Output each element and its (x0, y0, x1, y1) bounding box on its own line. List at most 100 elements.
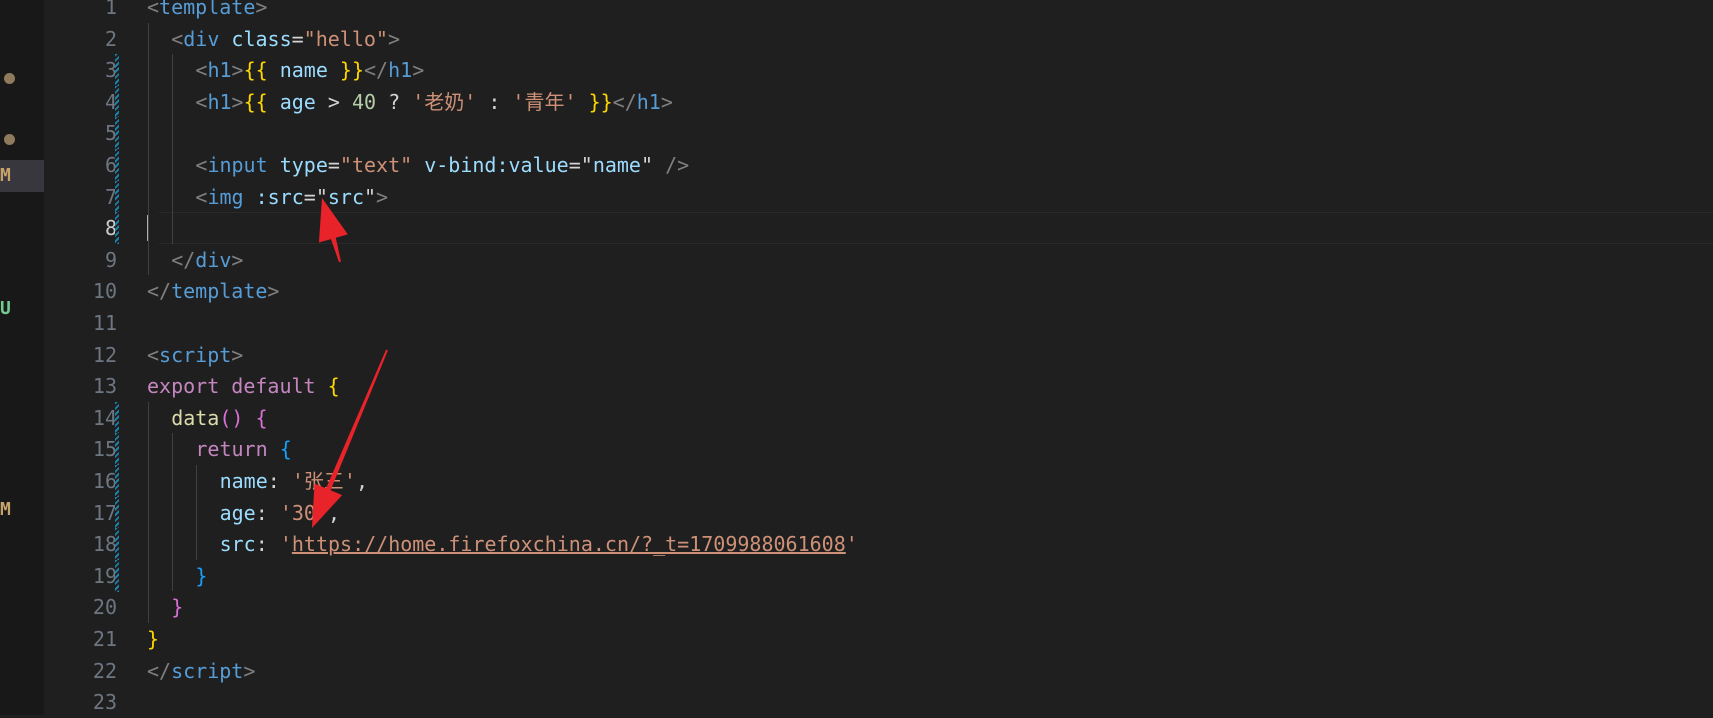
code-line[interactable]: 11 (44, 307, 1713, 339)
indent-guide (172, 54, 173, 244)
git-modified-gutter (115, 54, 119, 87)
code-line[interactable]: 12 <script> (44, 339, 1713, 371)
code-line[interactable]: 20} (44, 591, 1713, 623)
code-token: > (231, 89, 244, 114)
code-token: h1 (636, 89, 661, 114)
code-line[interactable]: 19} (44, 560, 1713, 592)
code-text: <h1>{{ name }}</h1> (195, 54, 424, 86)
code-token: ' (845, 532, 858, 557)
line-number: 21 (92, 627, 117, 651)
code-token: script (159, 342, 232, 367)
code-token: < (171, 26, 184, 51)
code-text: data() { (171, 402, 267, 434)
code-line[interactable]: 16 name: '张三', (44, 465, 1713, 497)
unsaved-dot-icon (4, 73, 15, 84)
code-token: > (243, 658, 256, 683)
code-line[interactable]: 2 <div class="hello"> (44, 23, 1713, 55)
code-token: name (219, 469, 268, 493)
line-number: 2 (104, 26, 117, 51)
line-number: 19 (92, 563, 117, 588)
code-text: <script> (147, 339, 243, 371)
code-line[interactable]: 9 </div> (44, 244, 1713, 276)
code-token: /> (665, 153, 690, 177)
code-text: export default { (147, 370, 340, 402)
code-line[interactable]: 17 age: '30', (44, 497, 1713, 529)
git-modified-gutter (115, 180, 119, 213)
code-token: {{ (243, 58, 268, 83)
code-token: = (303, 184, 316, 209)
git-modified-badge[interactable]: M (0, 160, 44, 192)
git-modified-gutter (115, 496, 119, 529)
code-token: 40 (351, 89, 377, 114)
code-token: { (327, 374, 340, 399)
code-line[interactable]: 14 data() { (44, 402, 1713, 434)
code-token: '30' (279, 500, 328, 525)
code-line[interactable]: 13 export default { (44, 370, 1713, 402)
code-token: return (195, 437, 268, 462)
code-line[interactable]: 3 <h1>{{ name }}</h1> (44, 54, 1713, 86)
code-text: age: '30', (220, 497, 340, 529)
code-token: > (327, 89, 352, 114)
code-token: : (476, 89, 513, 114)
git-modified-gutter (115, 433, 119, 466)
code-line[interactable]: 21} (44, 623, 1713, 655)
code-line[interactable]: 15 return { (44, 433, 1713, 465)
code-token: img (207, 184, 244, 209)
code-token: default (231, 374, 316, 399)
code-text: } (195, 560, 207, 592)
code-token: > (231, 247, 244, 272)
line-number: 10 (92, 279, 117, 304)
code-line[interactable]: 7 <img :src="src"> (44, 181, 1713, 213)
code-token: , (327, 500, 341, 525)
code-text: src: 'https://home.firefoxchina.cn/?_t=1… (220, 528, 858, 560)
code-token: > (412, 58, 425, 83)
code-token: h1 (207, 58, 232, 83)
code-token: " (364, 184, 377, 209)
code-token: age (267, 89, 328, 114)
code-token: '青年' (512, 89, 577, 114)
code-token: </ (612, 89, 637, 114)
code-token: v-bind:value (424, 153, 569, 177)
code-token: </ (364, 58, 389, 83)
indent-guide (196, 465, 197, 560)
line-number: 7 (104, 184, 117, 209)
code-token: type (279, 153, 328, 177)
code-line[interactable]: 5 (44, 117, 1713, 149)
code-line[interactable]: 18 src: 'https://home.firefoxchina.cn/?_t… (44, 528, 1713, 560)
code-token: > (267, 279, 280, 304)
code-token: script (171, 658, 244, 683)
git-modified-gutter (115, 559, 119, 592)
code-token: < (147, 0, 160, 19)
code-text: } (147, 623, 159, 655)
git-modified-gutter (115, 212, 119, 245)
code-line[interactable]: 23 (44, 686, 1713, 718)
code-token: { (255, 405, 268, 430)
code-line[interactable]: 10 </template> (44, 275, 1713, 307)
git-modified-badge[interactable]: M (0, 494, 44, 526)
code-editor[interactable]: 1 <template> 2 <div class="hello"> 3 <h1>{{ n… (44, 0, 1713, 715)
line-number: 13 (92, 374, 117, 399)
code-line[interactable]: 1 <template> (44, 0, 1713, 23)
line-number: 18 (92, 532, 117, 557)
code-token: data (171, 405, 220, 430)
code-token: } (147, 627, 160, 651)
git-untracked-badge[interactable]: U (0, 293, 44, 325)
code-text: <img :src="src"> (195, 181, 388, 213)
code-line[interactable]: 6 <input type="text" v-bind:value="name" … (44, 149, 1713, 181)
code-line[interactable]: 22 </script> (44, 655, 1713, 687)
code-text: return { (195, 433, 291, 465)
code-text: <input type="text" v-bind:value="name" /… (195, 149, 689, 181)
code-token: ' (279, 532, 292, 557)
code-token: < (195, 153, 208, 177)
line-number: 14 (92, 405, 117, 430)
code-line[interactable]: 4 <h1>{{ age > 40 ? '老奶' : '青年' }}</h1> (44, 86, 1713, 118)
code-token: </ (147, 279, 172, 304)
line-number: 4 (104, 89, 117, 114)
git-modified-gutter (115, 117, 119, 150)
code-token: < (147, 342, 160, 367)
line-number: 8 (104, 216, 117, 241)
code-token: template (159, 0, 256, 19)
unsaved-dot-icon (4, 134, 15, 145)
